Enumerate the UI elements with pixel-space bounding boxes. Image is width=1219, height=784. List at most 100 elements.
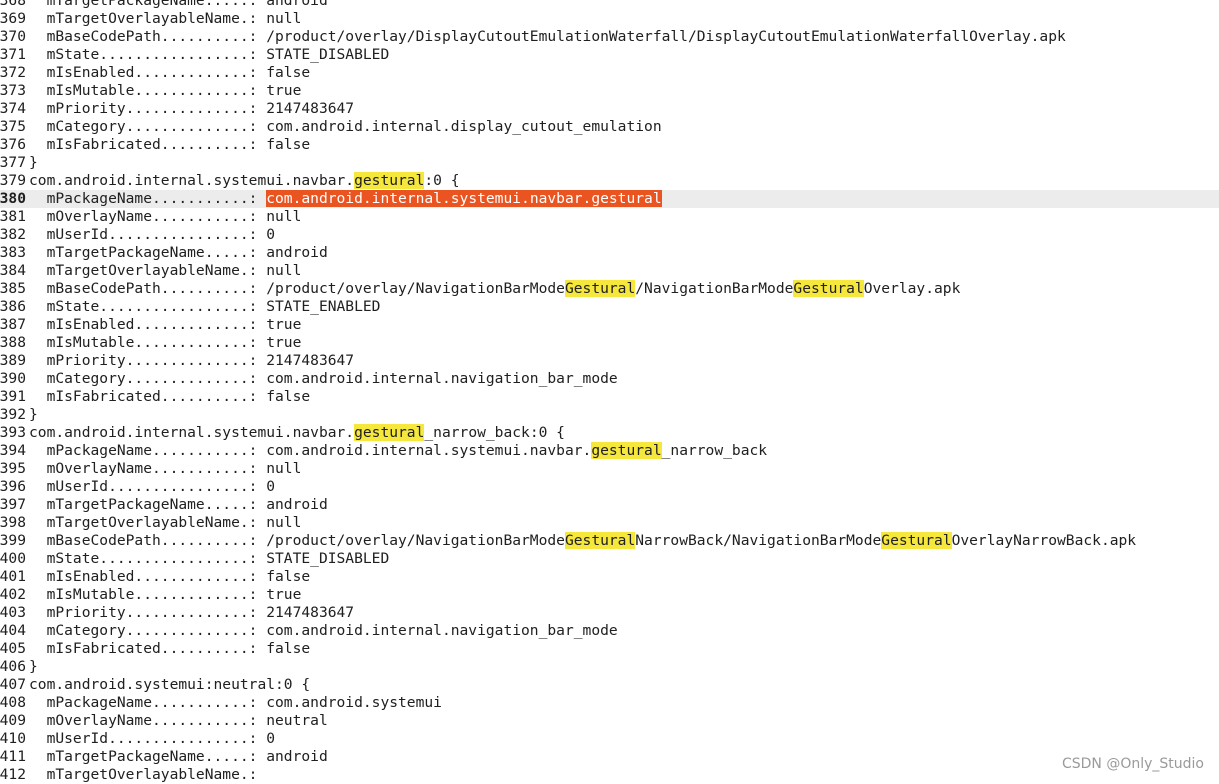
code-line[interactable]: 384 mTargetOverlayableName.: null [0,262,1219,280]
code-line[interactable]: 376 mIsFabricated..........: false [0,136,1219,154]
text-segment: mUserId................: 0 [29,730,276,747]
code-line[interactable]: 407 com.android.systemui:neutral:0 { [0,676,1219,694]
line-text[interactable]: mBaseCodePath..........: /product/overla… [26,280,960,298]
line-text[interactable]: mTargetPackageName.....: android [26,496,328,514]
line-text[interactable]: mState.................: STATE_DISABLED [26,46,390,64]
line-text[interactable]: com.android.internal.systemui.navbar.ges… [26,424,565,442]
line-text[interactable]: mTargetPackageName.....: android [26,0,328,10]
code-line[interactable]: 395 mOverlayName...........: null [0,460,1219,478]
line-text[interactable]: mPackageName...........: com.android.int… [26,442,767,460]
line-text[interactable]: mCategory..............: com.android.int… [26,622,618,640]
selected-text: com.android.internal.systemui.navbar.ges… [266,190,662,207]
code-line[interactable]: 372 mIsEnabled.............: false [0,64,1219,82]
code-line[interactable]: 393 com.android.internal.systemui.navbar.… [0,424,1219,442]
line-text[interactable]: mTargetPackageName.....: android [26,748,328,766]
code-line[interactable]: 401 mIsEnabled.............: false [0,568,1219,586]
line-text[interactable]: mUserId................: 0 [26,730,275,748]
line-text[interactable]: mIsFabricated..........: false [26,388,311,406]
line-text[interactable]: mCategory..............: com.android.int… [26,118,662,136]
code-line[interactable]: 388 mIsMutable.............: true [0,334,1219,352]
line-text[interactable]: mPackageName...........: com.android.int… [26,190,662,208]
code-line[interactable]: 385 mBaseCodePath..........: /product/ov… [0,280,1219,298]
code-line[interactable]: 389 mPriority..............: 2147483647 [0,352,1219,370]
line-text[interactable]: mIsMutable.............: true [26,334,302,352]
code-line[interactable]: 391 mIsFabricated..........: false [0,388,1219,406]
line-text[interactable]: mTargetOverlayableName.: null [26,514,302,532]
line-text[interactable]: mIsFabricated..........: false [26,640,311,658]
code-line[interactable]: 373 mIsMutable.............: true [0,82,1219,100]
code-line[interactable]: 402 mIsMutable.............: true [0,586,1219,604]
line-number: 388 [0,334,26,351]
line-number: 394 [0,442,26,459]
code-line[interactable]: 390 mCategory..............: com.android… [0,370,1219,388]
line-text[interactable]: mBaseCodePath..........: /product/overla… [26,28,1066,46]
code-line[interactable]: 399 mBaseCodePath..........: /product/ov… [0,532,1219,550]
line-text[interactable]: mIsMutable.............: true [26,586,302,604]
line-text[interactable]: } [26,658,38,676]
line-text[interactable]: mTargetPackageName.....: android [26,244,328,262]
line-text[interactable]: mPackageName...........: com.android.sys… [26,694,442,712]
line-text[interactable]: com.android.systemui:neutral:0 { [26,676,310,694]
code-line[interactable]: 398 mTargetOverlayableName.: null [0,514,1219,532]
code-line[interactable]: 400 mState.................: STATE_DISAB… [0,550,1219,568]
line-text[interactable]: mOverlayName...........: neutral [26,712,328,730]
line-text[interactable]: mIsEnabled.............: false [26,568,311,586]
line-text[interactable]: mOverlayName...........: null [26,208,302,226]
line-text[interactable]: mTargetOverlayableName.: null [26,10,302,28]
line-number: 412 [0,766,26,783]
code-line[interactable]: 382 mUserId................: 0 [0,226,1219,244]
line-text[interactable]: mIsFabricated..........: false [26,136,311,154]
line-text[interactable]: mBaseCodePath..........: /product/overla… [26,532,1136,550]
line-text[interactable]: mTargetOverlayableName.: null [26,262,302,280]
line-number: 405 [0,640,26,657]
line-number: 373 [0,82,26,99]
line-text[interactable]: mPriority..............: 2147483647 [26,100,355,118]
code-line[interactable]: 379 com.android.internal.systemui.navbar.… [0,172,1219,190]
code-line[interactable]: 396 mUserId................: 0 [0,478,1219,496]
line-text[interactable]: mIsEnabled.............: true [26,316,302,334]
line-text[interactable]: mUserId................: 0 [26,226,275,244]
line-number: 384 [0,262,26,279]
line-text[interactable]: mPriority..............: 2147483647 [26,604,355,622]
line-text[interactable]: } [26,154,38,172]
code-line[interactable]: 410 mUserId................: 0 [0,730,1219,748]
line-text[interactable]: mState.................: STATE_DISABLED [26,550,390,568]
code-line[interactable]: 406} [0,658,1219,676]
line-text[interactable]: mIsEnabled.............: false [26,64,311,82]
code-line[interactable]: 375 mCategory..............: com.android… [0,118,1219,136]
code-line[interactable]: 387 mIsEnabled.............: true [0,316,1219,334]
code-line[interactable]: 409 mOverlayName...........: neutral [0,712,1219,730]
code-line[interactable]: 386 mState.................: STATE_ENABL… [0,298,1219,316]
line-text[interactable]: } [26,406,38,424]
code-line[interactable]: 412 mTargetOverlayableName.: [0,766,1219,784]
code-line[interactable]: 381 mOverlayName...........: null [0,208,1219,226]
code-line[interactable]: 369 mTargetOverlayableName.: null [0,10,1219,28]
code-line[interactable]: 411 mTargetPackageName.....: android [0,748,1219,766]
code-line[interactable]: 374 mPriority..............: 2147483647 [0,100,1219,118]
line-text[interactable]: mPriority..............: 2147483647 [26,352,355,370]
text-segment: mTargetOverlayableName.: [29,766,258,783]
code-line[interactable]: 392} [0,406,1219,424]
search-match: Gestural [564,280,636,297]
text-segment: mPriority..............: 2147483647 [29,352,355,369]
current-line[interactable]: 380 mPackageName...........: com.android… [0,190,1219,208]
code-line[interactable]: 377} [0,154,1219,172]
line-text[interactable]: com.android.internal.systemui.navbar.ges… [26,172,460,190]
code-line[interactable]: 368 mTargetPackageName.....: android [0,0,1219,10]
code-line[interactable]: 394 mPackageName...........: com.android… [0,442,1219,460]
code-line[interactable]: 403 mPriority..............: 2147483647 [0,604,1219,622]
code-line[interactable]: 370 mBaseCodePath..........: /product/ov… [0,28,1219,46]
line-text[interactable]: mState.................: STATE_ENABLED [26,298,381,316]
line-text[interactable]: mIsMutable.............: true [26,82,302,100]
text-editor[interactable]: 368 mTargetPackageName.....: android 369 … [0,0,1219,784]
code-line[interactable]: 408 mPackageName...........: com.android… [0,694,1219,712]
line-text[interactable]: mTargetOverlayableName.: [26,766,258,784]
code-line[interactable]: 405 mIsFabricated..........: false [0,640,1219,658]
code-line[interactable]: 404 mCategory..............: com.android… [0,622,1219,640]
line-text[interactable]: mCategory..............: com.android.int… [26,370,618,388]
line-text[interactable]: mUserId................: 0 [26,478,275,496]
line-text[interactable]: mOverlayName...........: null [26,460,302,478]
code-line[interactable]: 397 mTargetPackageName.....: android [0,496,1219,514]
code-line[interactable]: 383 mTargetPackageName.....: android [0,244,1219,262]
code-line[interactable]: 371 mState.................: STATE_DISAB… [0,46,1219,64]
